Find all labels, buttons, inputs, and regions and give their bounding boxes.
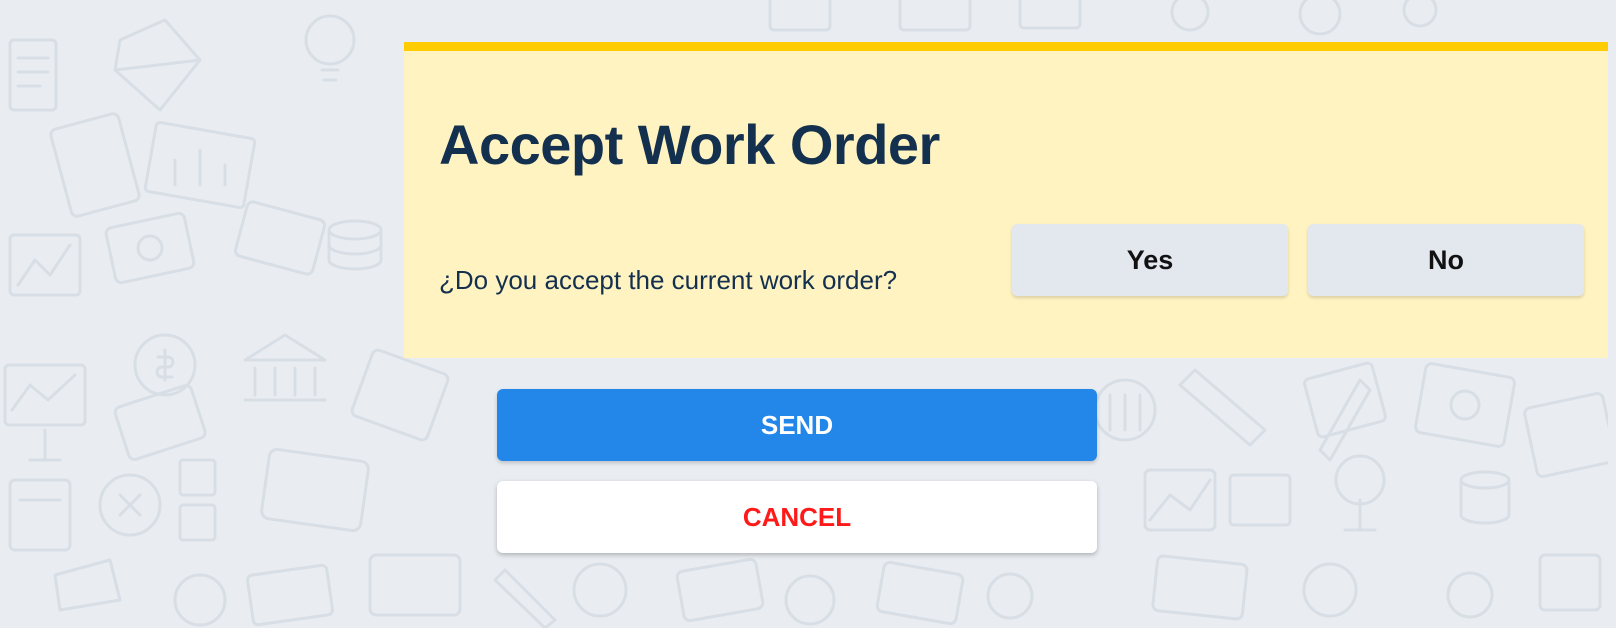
wallet-icon [233, 200, 327, 276]
dollar-icon [104, 211, 196, 285]
wallet-icon [1151, 554, 1249, 621]
document-icon [178, 458, 217, 542]
document-icon [1228, 473, 1292, 527]
question-text: ¿Do you accept the current work order? [439, 265, 898, 295]
document-icon [8, 38, 58, 112]
pencil-icon [1178, 368, 1267, 447]
calculator-icon [1414, 362, 1516, 448]
dollar-icon [1302, 562, 1494, 619]
chart-icon [143, 120, 257, 210]
wallet-icon [675, 557, 965, 626]
calculator-icon [8, 478, 72, 552]
coin-stack-icon [1459, 470, 1511, 525]
document-icon [350, 348, 450, 442]
lightbulb-icon [1170, 0, 1438, 36]
dollar-icon [1093, 378, 1157, 442]
chart-icon [368, 553, 462, 617]
chart-icon [1143, 468, 1217, 532]
lightbulb-icon [304, 14, 356, 82]
coin-stack-icon [327, 219, 383, 271]
chart-icon [3, 363, 87, 462]
chart-icon [8, 233, 82, 297]
cancel-button[interactable]: CANCEL [497, 481, 1097, 553]
yes-button[interactable]: Yes [1012, 224, 1288, 296]
accept-work-order-card: Accept Work Order ¿Do you accept the cur… [404, 42, 1608, 358]
bank-icon [243, 333, 327, 402]
coin-stack-icon [173, 573, 227, 627]
dollar-icon [572, 562, 1034, 626]
document-icon [1303, 361, 1387, 439]
dollar-icon [1334, 454, 1386, 532]
send-button[interactable]: SEND [497, 389, 1097, 461]
chart-icon [1538, 553, 1602, 612]
document-icon [768, 0, 1082, 32]
pencil-icon [53, 558, 122, 612]
card-title: Accept Work Order [439, 113, 940, 176]
diamond-icon [113, 18, 202, 112]
calculator-icon [49, 112, 141, 218]
wallet-icon [1523, 392, 1616, 478]
dollar-icon [98, 473, 162, 537]
wallet-icon [260, 447, 370, 533]
pencil-icon [493, 568, 557, 628]
no-button[interactable]: No [1308, 224, 1584, 296]
document-icon [246, 563, 334, 627]
pencil-icon [1318, 378, 1372, 462]
scrollbar-track[interactable] [1608, 0, 1616, 628]
